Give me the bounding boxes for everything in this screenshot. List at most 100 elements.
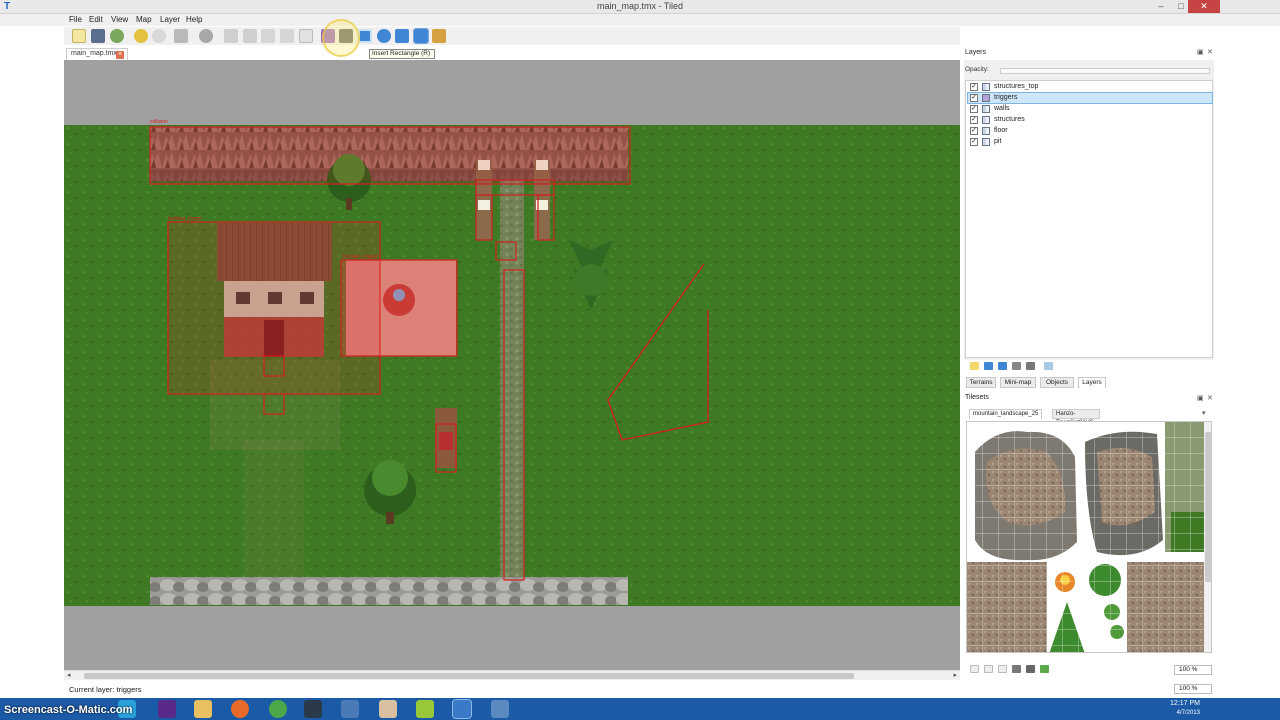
layer-row-structures-top[interactable]: ✓ structures_top xyxy=(968,82,1212,92)
chrome-icon[interactable] xyxy=(269,700,287,718)
undo-icon[interactable] xyxy=(134,29,148,43)
lower-layer-icon[interactable] xyxy=(998,362,1007,370)
layer-name: floor xyxy=(994,127,1008,134)
object-layer-icon xyxy=(982,94,990,102)
tileset-tab-mountain[interactable]: mountain_landscape_25 xyxy=(969,409,1043,419)
windows-taskbar xyxy=(0,698,1280,720)
insert-rectangle-icon[interactable] xyxy=(358,29,372,43)
edit-terrain-icon[interactable] xyxy=(1040,665,1049,673)
tab-layers[interactable]: Layers xyxy=(1078,377,1106,388)
layer-list: ✓ structures_top ✓ triggers ✓ walls ✓ st… xyxy=(965,80,1213,358)
opacity-slider[interactable] xyxy=(1000,68,1210,74)
scroll-thumb[interactable] xyxy=(84,673,854,679)
eraser-icon[interactable] xyxy=(243,29,257,43)
explorer-icon[interactable] xyxy=(194,700,212,718)
layer-name: triggers xyxy=(994,94,1018,101)
save-icon[interactable] xyxy=(91,29,105,43)
menu-layer[interactable]: Layer xyxy=(160,15,180,24)
panel-float-icon[interactable]: ▣ xyxy=(1197,394,1204,402)
clock-time[interactable]: 12:17 PM xyxy=(1160,700,1200,707)
remove-tileset-icon[interactable] xyxy=(1012,665,1021,673)
layer-name: pit xyxy=(994,138,1002,145)
menu-edit[interactable]: Edit xyxy=(89,15,103,24)
layer-row-floor[interactable]: ✓ floor xyxy=(968,126,1212,136)
visibility-checkbox[interactable]: ✓ xyxy=(970,116,978,124)
close-tab-icon[interactable]: × xyxy=(116,51,124,59)
delete-layer-icon[interactable] xyxy=(1026,362,1035,370)
raise-layer-icon[interactable] xyxy=(984,362,993,370)
new-tileset-icon[interactable] xyxy=(970,665,979,673)
stamp-icon[interactable] xyxy=(174,29,188,43)
map-zoom-select[interactable]: 100 % xyxy=(1174,684,1212,694)
same-tile-icon[interactable] xyxy=(299,29,313,43)
tileset-properties-icon[interactable] xyxy=(1026,665,1035,673)
snipping-icon[interactable] xyxy=(491,700,509,718)
visibility-checkbox[interactable]: ✓ xyxy=(970,83,978,91)
menu-file[interactable]: File xyxy=(69,15,82,24)
panel-close-icon[interactable]: ✕ xyxy=(1207,48,1213,56)
screencast-watermark: Screencast-O-Matic.com xyxy=(4,704,133,716)
visibility-checkbox[interactable]: ✓ xyxy=(970,94,978,102)
map-horizontal-scrollbar[interactable]: ◂ ▸ xyxy=(64,670,960,680)
tab-terrains[interactable]: Terrains xyxy=(966,377,996,388)
clock-date[interactable]: 4/7/2013 xyxy=(1160,710,1200,716)
add-layer-icon[interactable] xyxy=(970,362,979,370)
export-icon[interactable] xyxy=(110,29,124,43)
import-tileset-icon[interactable] xyxy=(984,665,993,673)
scroll-left-icon[interactable]: ◂ xyxy=(67,671,71,679)
export-tileset-icon[interactable] xyxy=(998,665,1007,673)
remote-icon[interactable] xyxy=(341,700,359,718)
tileset-menu-icon[interactable]: ▾ xyxy=(1202,409,1206,417)
object-label-fountain-trigger: fountain_trigger xyxy=(343,254,378,260)
visibility-checkbox[interactable]: ✓ xyxy=(970,138,978,146)
notepad-icon[interactable] xyxy=(379,700,397,718)
tiled-window: T main_map.tmx - Tiled – □ ✕ File Edit V… xyxy=(0,0,1280,720)
scroll-right-icon[interactable]: ▸ xyxy=(953,671,957,679)
close-button[interactable]: ✕ xyxy=(1188,0,1220,13)
document-tab[interactable]: main_map.tmx × xyxy=(66,48,128,60)
rect-select-icon[interactable] xyxy=(261,29,275,43)
layer-visibility-icon[interactable] xyxy=(1044,362,1053,370)
layer-row-pit[interactable]: ✓ pit xyxy=(968,137,1212,147)
duplicate-layer-icon[interactable] xyxy=(1012,362,1021,370)
layer-toolbar xyxy=(966,361,1212,371)
object-label-building-trigger: building_trigger xyxy=(168,216,203,222)
status-bar: Current layer: triggers xyxy=(64,683,960,695)
random-icon[interactable] xyxy=(199,29,213,43)
tileset-zoom-select[interactable]: 100 % xyxy=(1174,665,1212,675)
menu-view[interactable]: View xyxy=(111,15,128,24)
map-canvas[interactable]: collision building_trigger fountain_trig… xyxy=(64,60,960,670)
tileset-image xyxy=(967,422,1211,652)
layer-name: structures xyxy=(994,116,1025,123)
visibility-checkbox[interactable]: ✓ xyxy=(970,127,978,135)
new-icon[interactable] xyxy=(72,29,86,43)
magic-icon[interactable] xyxy=(280,29,294,43)
object-label-collision: collision xyxy=(150,119,168,125)
tab-objects[interactable]: Objects xyxy=(1040,377,1074,388)
tile-layer-icon xyxy=(982,83,990,91)
menu-help[interactable]: Help xyxy=(186,15,202,24)
insert-ellipse-icon[interactable] xyxy=(377,29,391,43)
toolbar-tooltip: Insert Rectangle (R) xyxy=(369,49,435,59)
layer-row-walls[interactable]: ✓ walls xyxy=(968,104,1212,114)
layer-row-triggers[interactable]: ✓ triggers xyxy=(967,92,1213,104)
insert-tile-icon[interactable] xyxy=(432,29,446,43)
visibility-checkbox[interactable]: ✓ xyxy=(970,105,978,113)
panel-float-icon[interactable]: ▣ xyxy=(1197,48,1204,56)
tiled-taskbar-icon[interactable] xyxy=(452,699,472,719)
layer-row-structures[interactable]: ✓ structures xyxy=(968,115,1212,125)
editor-icon[interactable] xyxy=(416,700,434,718)
bucket-icon[interactable] xyxy=(224,29,238,43)
redo-icon[interactable] xyxy=(152,29,166,43)
tab-mini-map[interactable]: Mini-map xyxy=(1000,377,1036,388)
steam-icon[interactable] xyxy=(304,700,322,718)
vs-icon[interactable] xyxy=(158,700,176,718)
main-toolbar xyxy=(64,27,960,45)
panel-close-icon[interactable]: ✕ xyxy=(1207,394,1213,402)
menu-map[interactable]: Map xyxy=(136,15,152,24)
insert-polygon-icon[interactable] xyxy=(395,29,409,43)
firefox-icon[interactable] xyxy=(231,700,249,718)
tileset-view[interactable] xyxy=(966,421,1212,653)
insert-polyline-icon[interactable] xyxy=(413,28,429,44)
tileset-tab-hanzo[interactable]: Hanzo-TownSet01VS-1 xyxy=(1052,409,1100,435)
